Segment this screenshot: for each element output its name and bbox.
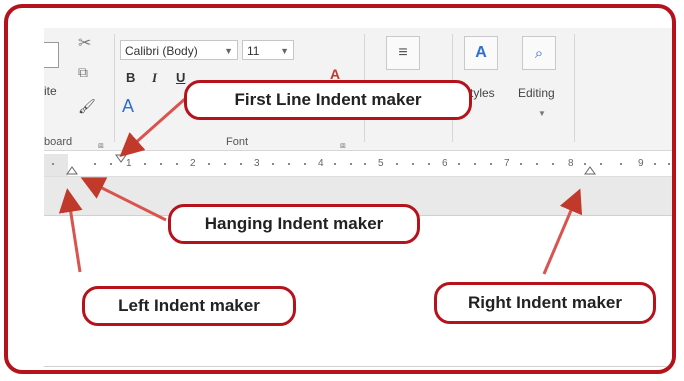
hanging-callout: Hanging Indent maker	[168, 204, 420, 244]
first-line-arrow	[119, 96, 187, 157]
right-indent-arrow	[542, 188, 583, 275]
screenshot-frame: ite ✂ ⧉ 🖌 board ⧈ Calibri (Body) ▼ 11 ▼ …	[4, 4, 676, 374]
hanging-arrow	[80, 177, 167, 222]
left-indent-arrow	[58, 188, 83, 273]
left-indent-callout: Left Indent maker	[82, 286, 296, 326]
first-line-callout: First Line Indent maker	[184, 80, 472, 120]
right-indent-callout: Right Indent maker	[434, 282, 656, 324]
